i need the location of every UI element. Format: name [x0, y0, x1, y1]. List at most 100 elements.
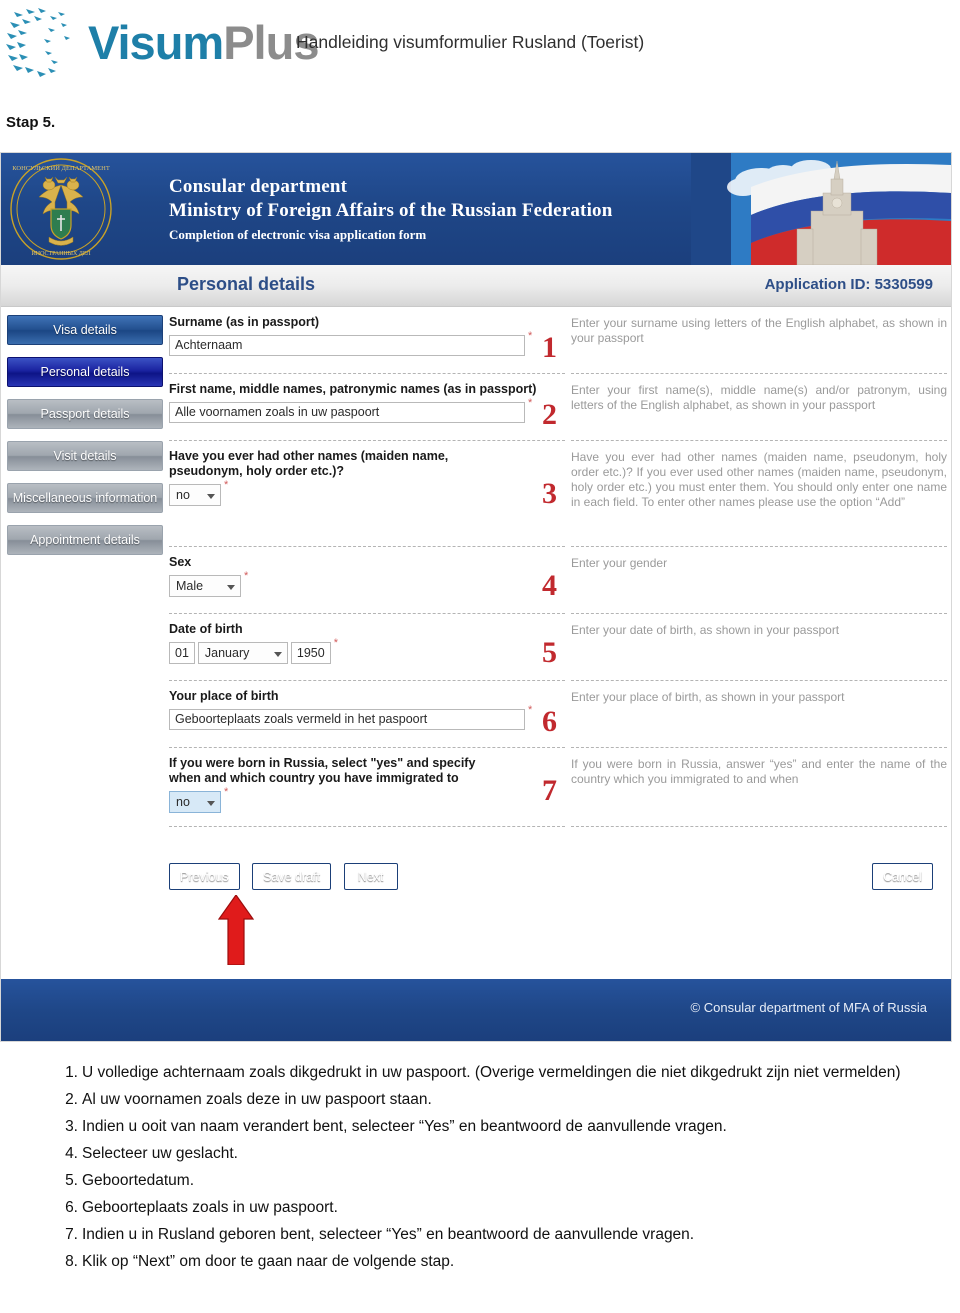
birth-year-input[interactable]: 1950	[290, 642, 331, 664]
logo-visum-text: Visum	[88, 16, 224, 69]
visumplus-logo: VisumPlus	[4, 4, 319, 82]
step-marker-3: 3	[542, 477, 557, 510]
sex-select[interactable]: Male	[169, 575, 241, 597]
birth-month-select-value: January	[204, 646, 250, 660]
sidebar-item-visit-details[interactable]: Visit details	[7, 441, 163, 471]
consular-banner: КОНСУЛЬСКИЙ ДЕПАРТАМЕНТ ИНОСТРАННЫХ ДЕЛ …	[1, 153, 951, 265]
list-item-text: Selecteer uw geslacht.	[82, 1145, 238, 1162]
born-in-russia-select[interactable]: no	[169, 791, 221, 813]
sidebar-nav: Visa details Personal details Passport d…	[7, 315, 163, 567]
form-actions: Previous Save draft Next Cancel	[169, 863, 947, 897]
birth-month-select[interactable]: January	[197, 642, 288, 664]
form-fields-column: Surname (as in passport) Achternaam* 1 F…	[169, 307, 565, 827]
next-button[interactable]: Next	[343, 863, 398, 890]
birds-logo-icon	[6, 8, 70, 77]
svg-text:ИНОСТРАННЫХ ДЕЛ: ИНОСТРАННЫХ ДЕЛ	[31, 251, 90, 257]
red-up-arrow-icon	[218, 895, 254, 965]
help-text-place-of-birth: Enter your place of birth, as shown in y…	[571, 690, 845, 704]
banner-line-2: Ministry of Foreign Affairs of the Russi…	[169, 200, 613, 221]
firstname-label: First name, middle names, patronymic nam…	[169, 382, 537, 396]
list-item: 1. U volledige achternaam zoals dikgedru…	[56, 1060, 956, 1085]
list-item-number: 3.	[65, 1118, 78, 1135]
sidebar-item-label: Personal details	[40, 365, 130, 379]
list-item: 2. Al uw voornamen zoals deze in uw pasp…	[56, 1087, 956, 1112]
list-item-number: 2.	[65, 1091, 78, 1108]
list-item-number: 8.	[65, 1253, 78, 1270]
list-item-text: Klik op “Next” om door te gaan naar de v…	[82, 1253, 455, 1270]
help-divider	[571, 826, 947, 827]
born-in-russia-select-value: no	[176, 795, 190, 809]
sidebar-item-label: Miscellaneous information	[12, 491, 158, 505]
list-item-number: 5.	[65, 1172, 78, 1189]
list-item: 4. Selecteer uw geslacht.	[56, 1141, 956, 1166]
date-of-birth-label: Date of birth	[169, 622, 243, 636]
chevron-down-icon	[227, 585, 235, 590]
logo-wordmark: VisumPlus	[88, 16, 319, 69]
row-divider	[169, 826, 565, 827]
sidebar-item-label: Visit details	[53, 449, 117, 463]
document-subtitle: Handleiding visumformulier Rusland (Toer…	[296, 32, 645, 52]
field-row-born-in-russia: If you were born in Russia, select "yes"…	[169, 748, 565, 826]
russian-flag-building-icon	[691, 153, 951, 265]
sidebar-item-label: Visa details	[53, 323, 117, 337]
list-item-number: 1.	[65, 1064, 78, 1081]
help-row-place-of-birth: Enter your place of birth, as shown in y…	[571, 681, 947, 747]
step-marker-7: 7	[542, 774, 557, 807]
step-marker-2: 2	[542, 398, 557, 431]
list-item-text: Al uw voornamen zoals deze in uw paspoor…	[82, 1091, 432, 1108]
list-item: 8. Klik op “Next” om door te gaan naar d…	[56, 1249, 956, 1274]
russian-mfa-emblem-icon: КОНСУЛЬСКИЙ ДЕПАРТАМЕНТ ИНОСТРАННЫХ ДЕЛ	[10, 158, 112, 260]
screenshot-footer: © Consular department of MFA of Russia	[1, 979, 951, 1041]
sidebar-item-label: Passport details	[40, 407, 130, 421]
sidebar-item-label: Appointment details	[30, 533, 140, 547]
sidebar-item-personal-details[interactable]: Personal details	[7, 357, 163, 387]
help-row-firstname: Enter your first name(s), middle name(s)…	[571, 374, 947, 440]
surname-input[interactable]: Achternaam	[169, 335, 525, 356]
list-item-number: 4.	[65, 1145, 78, 1162]
sex-label: Sex	[169, 555, 192, 569]
required-marker: *	[224, 786, 229, 798]
sidebar-item-visa-details[interactable]: Visa details	[7, 315, 163, 345]
step-marker-4: 4	[542, 569, 557, 602]
application-id: Application ID: 5330599	[764, 276, 933, 293]
sidebar-item-passport-details[interactable]: Passport details	[7, 399, 163, 429]
cancel-button[interactable]: Cancel	[872, 863, 933, 890]
help-row-surname: Enter your surname using letters of the …	[571, 307, 947, 373]
required-marker: *	[528, 704, 533, 716]
help-text-sex: Enter your gender	[571, 556, 668, 570]
list-item-text: U volledige achternaam zoals dikgedrukt …	[82, 1064, 901, 1081]
previous-button[interactable]: Previous	[169, 863, 240, 890]
svg-text:КОНСУЛЬСКИЙ ДЕПАРТАМЕНТ: КОНСУЛЬСКИЙ ДЕПАРТАМЕНТ	[12, 164, 110, 172]
required-marker: *	[224, 479, 229, 491]
save-draft-button[interactable]: Save draft	[252, 863, 332, 890]
list-item: 3. Indien u ooit van naam verandert bent…	[56, 1114, 956, 1139]
help-text-other-names: Have you ever had other names (maiden na…	[571, 450, 947, 509]
document-header: VisumPlus Handleiding visumformulier Rus…	[0, 0, 960, 95]
help-row-date-of-birth: Enter your date of birth, as shown in yo…	[571, 614, 947, 680]
firstname-input[interactable]: Alle voornamen zoals in uw paspoort	[169, 402, 525, 423]
step-marker-1: 1	[542, 331, 557, 364]
section-bar: Personal details Application ID: 5330599	[1, 265, 951, 307]
other-names-select[interactable]: no	[169, 484, 221, 506]
help-row-other-names: Have you ever had other names (maiden na…	[571, 441, 947, 546]
born-in-russia-label: If you were born in Russia, select "yes"…	[169, 756, 476, 785]
step-marker-6: 6	[542, 705, 557, 738]
list-item-text: Geboortedatum.	[82, 1172, 195, 1189]
sidebar-item-appointment-details[interactable]: Appointment details	[7, 525, 163, 555]
list-item: 5. Geboortedatum.	[56, 1168, 956, 1193]
other-names-select-value: no	[176, 488, 190, 502]
sidebar-item-miscellaneous-information[interactable]: Miscellaneous information	[7, 483, 163, 513]
place-of-birth-input[interactable]: Geboorteplaats zoals vermeld in het pasp…	[169, 709, 525, 730]
instructions-list: 1. U volledige achternaam zoals dikgedru…	[56, 1060, 956, 1276]
required-marker: *	[244, 570, 249, 582]
field-row-other-names: Have you ever had other names (maiden na…	[169, 441, 565, 546]
list-item: 6. Geboorteplaats zoals in uw paspoort.	[56, 1195, 956, 1220]
place-of-birth-label: Your place of birth	[169, 689, 279, 703]
list-item-number: 7.	[65, 1226, 78, 1243]
field-row-date-of-birth: Date of birth 01 January 1950* 5	[169, 614, 565, 680]
help-text-surname: Enter your surname using letters of the …	[571, 316, 947, 345]
help-row-born-in-russia: If you were born in Russia, answer “yes”…	[571, 748, 947, 826]
birth-day-input[interactable]: 01	[169, 642, 195, 664]
help-text-firstname: Enter your first name(s), middle name(s)…	[571, 383, 947, 412]
field-row-surname: Surname (as in passport) Achternaam* 1	[169, 307, 565, 373]
